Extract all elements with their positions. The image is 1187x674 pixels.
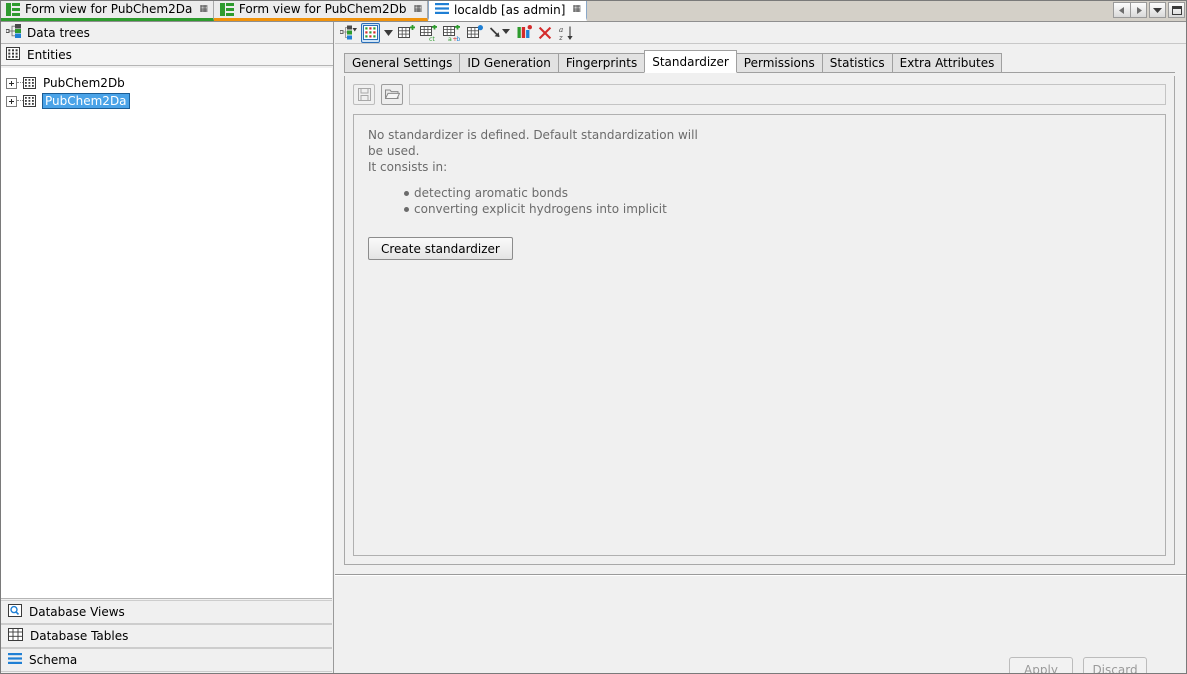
tab-label: Fingerprints bbox=[566, 56, 637, 70]
property-tab-bar: General Settings ID Generation Fingerpri… bbox=[335, 52, 1187, 73]
new-table-ab-button[interactable]: a + b bbox=[442, 23, 463, 43]
tab-label: ID Generation bbox=[467, 56, 551, 70]
sort-az-button[interactable]: a z bbox=[557, 23, 575, 43]
window-tab-label: Form view for PubChem2Db bbox=[239, 2, 407, 16]
data-tree-icon bbox=[6, 24, 21, 41]
svg-text:b: b bbox=[456, 36, 460, 41]
form-view-icon bbox=[6, 3, 20, 16]
application-window: Form view for PubChem2Da ▦ Form view for… bbox=[0, 0, 1187, 674]
sidebar-item-label: Database Tables bbox=[30, 629, 128, 643]
footer-divider bbox=[335, 574, 1187, 576]
tab-id-generation[interactable]: ID Generation bbox=[459, 53, 559, 73]
tab-permissions[interactable]: Permissions bbox=[736, 53, 823, 73]
database-table-icon bbox=[8, 628, 23, 644]
delete-button[interactable] bbox=[536, 23, 554, 43]
sidebar-item-schema[interactable]: Schema bbox=[0, 648, 332, 672]
sidebar-item-label: Schema bbox=[29, 653, 77, 667]
create-standardizer-button[interactable]: Create standardizer bbox=[368, 237, 513, 260]
tab-general-settings[interactable]: General Settings bbox=[344, 53, 460, 73]
svg-text:ct: ct bbox=[429, 36, 435, 41]
list-item: converting explicit hydrogens into impli… bbox=[414, 201, 1151, 217]
sidebar-entities-label: Entities bbox=[27, 48, 72, 62]
sidebar-header-label: Data trees bbox=[27, 26, 90, 40]
tab-label: Standardizer bbox=[652, 55, 729, 69]
close-icon[interactable]: ▦ bbox=[572, 5, 580, 14]
window-tab-localdb[interactable]: localdb [as admin] ▦ bbox=[428, 0, 587, 21]
open-standardizer-button[interactable] bbox=[381, 84, 403, 105]
entities-grid-icon bbox=[6, 47, 20, 63]
discard-button[interactable]: Discard bbox=[1083, 657, 1147, 674]
tab-extra-attributes[interactable]: Extra Attributes bbox=[892, 53, 1003, 73]
sidebar-header-data-trees[interactable]: Data trees bbox=[0, 22, 333, 44]
tree-item-label: PubChem2Db bbox=[43, 76, 125, 90]
window-tab-label: Form view for PubChem2Da bbox=[25, 2, 192, 16]
standardizer-message-primary: No standardizer is defined. Default stan… bbox=[368, 127, 698, 159]
window-tab-form-view-pubchem2da[interactable]: Form view for PubChem2Da ▦ bbox=[0, 0, 214, 21]
sidebar-entities-header[interactable]: Entities bbox=[0, 44, 333, 66]
footer-bar: Apply Discard bbox=[335, 577, 1187, 674]
svg-text:a: a bbox=[448, 36, 452, 41]
form-view-icon bbox=[220, 3, 234, 16]
new-table-button[interactable] bbox=[397, 23, 416, 43]
tab-list-dropdown-button[interactable] bbox=[1149, 2, 1166, 18]
tree-item-pubchem2da[interactable]: PubChem2Da bbox=[0, 92, 332, 110]
entity-grid-dropdown-button[interactable] bbox=[361, 23, 380, 43]
tree-item-label-selected: PubChem2Da bbox=[42, 93, 130, 109]
scroll-tabs-right-button[interactable] bbox=[1130, 2, 1147, 18]
data-tree-dropdown-button[interactable] bbox=[339, 23, 358, 43]
plus-expander-icon[interactable] bbox=[6, 96, 17, 107]
standardizer-info-box: No standardizer is defined. Default stan… bbox=[353, 114, 1166, 556]
standardizer-message-secondary: It consists in: bbox=[368, 159, 698, 175]
new-table-ct-button[interactable]: ct bbox=[419, 23, 439, 43]
tree-item-pubchem2db[interactable]: PubChem2Db bbox=[0, 74, 332, 92]
tab-fingerprints[interactable]: Fingerprints bbox=[558, 53, 645, 73]
tab-label: Statistics bbox=[830, 56, 885, 70]
sidebar-item-database-views[interactable]: Database Views bbox=[0, 600, 332, 624]
close-icon[interactable]: ▦ bbox=[413, 5, 421, 14]
standardizer-default-steps: detecting aromatic bonds converting expl… bbox=[368, 185, 1151, 217]
svg-text:z: z bbox=[559, 34, 563, 41]
save-standardizer-button[interactable] bbox=[353, 84, 375, 105]
plus-expander-icon[interactable] bbox=[6, 78, 17, 89]
apply-button[interactable]: Apply bbox=[1009, 657, 1073, 674]
tab-standardizer[interactable]: Standardizer bbox=[644, 50, 737, 73]
tab-label: General Settings bbox=[352, 56, 452, 70]
footer-button-group: Apply Discard bbox=[1009, 657, 1147, 674]
sidebar-item-label: Database Views bbox=[29, 605, 125, 619]
window-controls bbox=[1113, 2, 1185, 18]
entity-grid-dropdown-arrow[interactable] bbox=[383, 23, 394, 43]
tab-label: Permissions bbox=[744, 56, 815, 70]
database-view-icon bbox=[8, 604, 22, 620]
list-item: detecting aromatic bonds bbox=[414, 185, 1151, 201]
tab-label: Extra Attributes bbox=[900, 56, 995, 70]
table-grid-icon bbox=[23, 95, 36, 108]
scroll-tabs-left-button[interactable] bbox=[1113, 2, 1130, 18]
sidebar-item-database-tables[interactable]: Database Tables bbox=[0, 624, 332, 648]
statistics-button[interactable] bbox=[515, 23, 533, 43]
window-tab-label: localdb [as admin] bbox=[454, 3, 565, 17]
svg-text:a: a bbox=[559, 26, 563, 34]
standardizer-path-field[interactable] bbox=[409, 84, 1166, 105]
sidebar-bottom-sections: Database Views Database Tables bbox=[0, 600, 332, 674]
entity-tree: PubChem2Db PubChem2Da bbox=[0, 68, 332, 599]
standardizer-toolbar bbox=[345, 76, 1174, 106]
restore-window-button[interactable] bbox=[1168, 2, 1185, 18]
hamburger-icon bbox=[435, 3, 449, 16]
tab-statistics[interactable]: Statistics bbox=[822, 53, 893, 73]
main-toolbar: ct a + b bbox=[335, 22, 1187, 44]
standardizer-panel: No standardizer is defined. Default stan… bbox=[344, 76, 1175, 565]
main-content-area: ct a + b bbox=[335, 22, 1187, 674]
schema-icon bbox=[8, 653, 22, 667]
table-properties-button[interactable] bbox=[466, 23, 485, 43]
left-sidebar: Data trees Entities bbox=[0, 22, 334, 674]
relation-dropdown-button[interactable] bbox=[488, 23, 512, 43]
window-tab-form-view-pubchem2db[interactable]: Form view for PubChem2Db ▦ bbox=[214, 0, 428, 21]
close-icon[interactable]: ▦ bbox=[199, 5, 207, 14]
table-grid-icon bbox=[23, 77, 36, 90]
window-tab-bar: Form view for PubChem2Da ▦ Form view for… bbox=[0, 0, 1187, 22]
